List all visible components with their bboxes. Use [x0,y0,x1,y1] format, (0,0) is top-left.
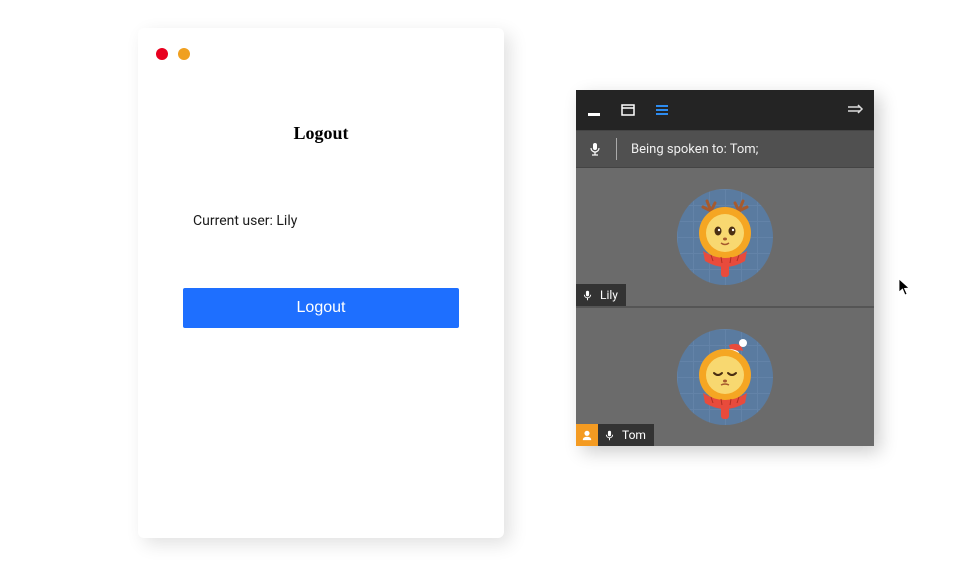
participant-name: Tom [619,424,654,446]
mic-icon[interactable] [576,284,597,306]
logout-window: Logout Current user: Lily Logout [138,28,504,538]
minimize-icon[interactable] [586,102,602,118]
participant-tiles: Lily [576,168,874,446]
current-user-label: Current user: Lily [193,213,297,229]
call-toolbar [576,90,874,130]
avatar [677,189,773,285]
cursor-icon [898,278,912,300]
participant-label: Tom [576,424,654,446]
page-title: Logout [138,123,504,144]
status-bar: Being spoken to: Tom; [576,130,874,168]
logout-button[interactable]: Logout [183,288,459,328]
participant-tile[interactable]: Tom [576,308,874,446]
window-controls [156,48,190,60]
mic-icon[interactable] [588,142,602,156]
mic-icon[interactable] [598,424,619,446]
participant-name: Lily [597,284,626,306]
window-icon[interactable] [620,102,636,118]
status-text: Being spoken to: Tom; [631,142,758,157]
menu-icon[interactable] [846,102,864,118]
call-window: Being spoken to: Tom; [576,90,874,446]
participant-tile[interactable]: Lily [576,168,874,308]
participant-label: Lily [576,284,626,306]
list-view-icon[interactable] [654,102,670,118]
close-window-dot[interactable] [156,48,168,60]
avatar [677,329,773,425]
minimize-window-dot[interactable] [178,48,190,60]
status-divider [616,138,617,160]
speaker-icon [576,424,598,446]
